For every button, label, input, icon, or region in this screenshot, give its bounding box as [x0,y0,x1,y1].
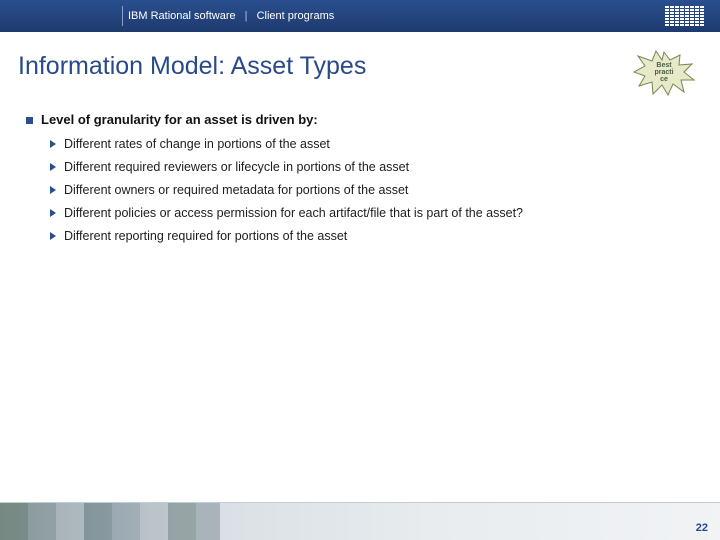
slide-header: IBM Rational software | Client programs [0,0,720,32]
list-item: Different reporting required for portion… [50,229,694,243]
badge-l3: ce [632,76,696,83]
title-row: Information Model: Asset Types Best prac… [0,32,720,100]
page-title: Information Model: Asset Types [18,52,632,81]
header-separator: | [242,10,251,22]
list-item: Different required reviewers or lifecycl… [50,160,694,174]
badge-l2: practi [632,69,696,76]
slide-footer: 22 [0,502,720,540]
list-item: Different policies or access permission … [50,206,694,220]
header-brand: IBM Rational software [128,10,236,22]
footer-photo-strip [0,503,220,540]
badge-l1: Best [632,62,696,69]
list-item: Different rates of change in portions of… [50,137,694,151]
page-number: 22 [696,522,708,534]
lead-text: Level of granularity for an asset is dri… [41,112,318,127]
ibm-logo-icon [665,6,704,8]
header-divider [122,6,123,26]
list-item: Different owners or required metadata fo… [50,183,694,197]
sub-bullet-list: Different rates of change in portions of… [26,137,694,243]
slide-body: Level of granularity for an asset is dri… [0,100,720,243]
header-section: Client programs [257,10,335,22]
best-practice-badge: Best practi ce [632,50,696,96]
square-bullet-icon [26,117,33,124]
lead-bullet: Level of granularity for an asset is dri… [26,112,694,127]
